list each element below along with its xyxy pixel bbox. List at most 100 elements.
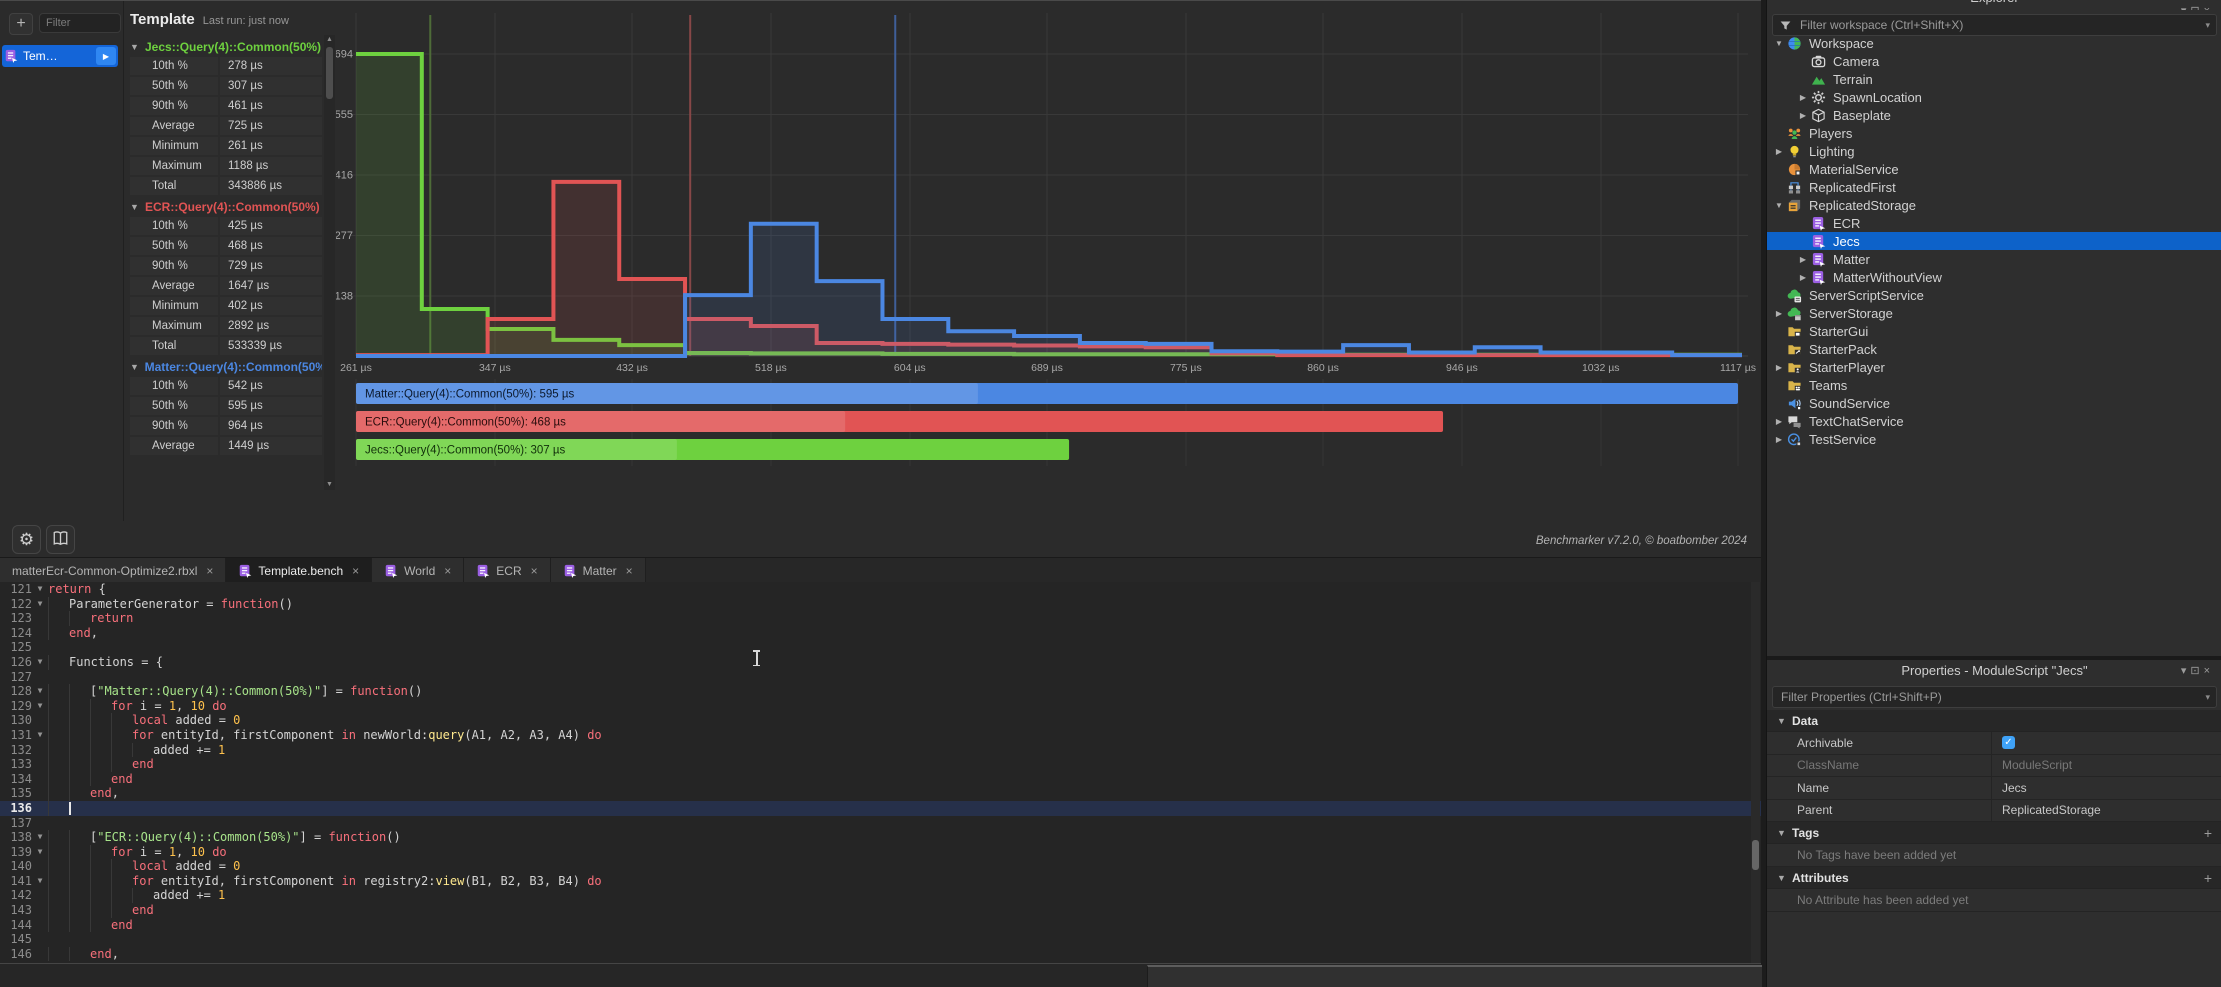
add-benchmark-button[interactable]: +	[9, 13, 33, 35]
expander-icon[interactable]: ▶	[1773, 363, 1785, 372]
close-icon[interactable]: ×	[206, 564, 213, 578]
close-icon[interactable]: ×	[352, 564, 359, 578]
tree-item-starterplayer[interactable]: ▶StarterPlayer	[1767, 358, 2221, 376]
code-text[interactable]: local added = 0	[48, 713, 1761, 728]
code-text[interactable]: for entityId, firstComponent in registry…	[48, 874, 1761, 889]
chevron-down-icon[interactable]: ▾	[2205, 692, 2210, 703]
tree-item-textchatservice[interactable]: ▶TextChatService	[1767, 412, 2221, 430]
code-line[interactable]: 130local added = 0	[0, 713, 1761, 728]
fold-arrow-icon[interactable]: ▼	[32, 655, 48, 670]
tree-item-teams[interactable]: Teams	[1767, 376, 2221, 394]
stat-section-header[interactable]: ▼Jecs::Query(4)::Common(50%)	[130, 37, 322, 56]
code-line[interactable]: 136	[0, 801, 1761, 816]
code-line[interactable]: 140local added = 0	[0, 859, 1761, 874]
tree-item-replicatedstorage[interactable]: ▼ReplicatedStorage	[1767, 196, 2221, 214]
code-text[interactable]	[48, 670, 1761, 685]
scrollbar-handle[interactable]	[1752, 840, 1759, 870]
properties-filter-input[interactable]	[1779, 689, 2199, 705]
code-line[interactable]: 139▼for i = 1, 10 do	[0, 845, 1761, 860]
benchmark-list-item[interactable]: Tem… ▶	[2, 45, 118, 67]
tree-item-camera[interactable]: Camera	[1767, 52, 2221, 70]
expander-icon[interactable]: ▶	[1773, 309, 1785, 318]
tree-item-matter[interactable]: ▶Matter	[1767, 250, 2221, 268]
tree-item-starterpack[interactable]: StarterPack	[1767, 340, 2221, 358]
code-line[interactable]: 146end,	[0, 947, 1761, 962]
property-section-attributes[interactable]: ▼Attributes+	[1767, 867, 2221, 889]
code-text[interactable]	[48, 932, 1761, 947]
code-text[interactable]: for i = 1, 10 do	[48, 699, 1761, 714]
property-section-data[interactable]: ▼Data	[1767, 710, 2221, 732]
code-line[interactable]: 138▼["ECR::Query(4)::Common(50%)"] = fun…	[0, 830, 1761, 845]
expander-icon[interactable]: ▶	[1797, 273, 1809, 282]
code-text[interactable]: added += 1	[48, 743, 1761, 758]
tree-item-baseplate[interactable]: ▶Baseplate	[1767, 106, 2221, 124]
float-icon[interactable]: ⊡	[2190, 5, 2203, 10]
tree-item-materialservice[interactable]: MaterialService	[1767, 160, 2221, 178]
code-line[interactable]: 131▼for entityId, firstComponent in newW…	[0, 728, 1761, 743]
expander-icon[interactable]: ▶	[1773, 435, 1785, 444]
script-editor[interactable]: 121▼return {122▼ParameterGenerator = fun…	[0, 582, 1761, 963]
code-text[interactable]: end,	[48, 626, 1761, 641]
expander-icon[interactable]: ▶	[1797, 93, 1809, 102]
code-line[interactable]: 135end,	[0, 786, 1761, 801]
settings-button[interactable]: ⚙	[12, 525, 41, 554]
property-value[interactable]: Jecs	[1991, 777, 2221, 799]
tree-item-ecr[interactable]: ECR	[1767, 214, 2221, 232]
fold-arrow-icon[interactable]: ▼	[32, 597, 48, 612]
code-line[interactable]: 126▼Functions = {	[0, 655, 1761, 670]
code-text[interactable]	[48, 816, 1761, 831]
code-line[interactable]: 137	[0, 816, 1761, 831]
code-text[interactable]: end,	[48, 786, 1761, 801]
tree-item-workspace[interactable]: ▼Workspace	[1767, 34, 2221, 52]
doc-tab-world[interactable]: World×	[372, 558, 464, 583]
code-text[interactable]: end,	[48, 947, 1761, 962]
close-icon[interactable]: ×	[444, 564, 451, 578]
code-line[interactable]: 123return	[0, 611, 1761, 626]
tree-item-serverstorage[interactable]: ▶ServerStorage	[1767, 304, 2221, 322]
code-text[interactable]	[48, 640, 1761, 655]
code-text[interactable]: end	[48, 757, 1761, 772]
stats-scrollbar[interactable]: ▲ ▼	[324, 35, 335, 490]
explorer-filter[interactable]: ▾	[1772, 14, 2217, 36]
code-area[interactable]: 121▼return {122▼ParameterGenerator = fun…	[0, 582, 1761, 961]
code-line[interactable]: 128▼["Matter::Query(4)::Common(50%)"] = …	[0, 684, 1761, 699]
code-text[interactable]: for entityId, firstComponent in newWorld…	[48, 728, 1761, 743]
tree-item-lighting[interactable]: ▶Lighting	[1767, 142, 2221, 160]
expander-icon[interactable]: ▶	[1797, 255, 1809, 264]
code-line[interactable]: 142added += 1	[0, 888, 1761, 903]
add-icon[interactable]: +	[2204, 870, 2212, 886]
code-text[interactable]: local added = 0	[48, 859, 1761, 874]
property-value[interactable]: ✓	[1991, 732, 2221, 754]
tree-item-replicatedfirst[interactable]: ReplicatedFirst	[1767, 178, 2221, 196]
benchmark-filter-input[interactable]	[39, 13, 121, 33]
code-line[interactable]: 141▼for entityId, firstComponent in regi…	[0, 874, 1761, 889]
fold-arrow-icon[interactable]: ▼	[32, 699, 48, 714]
tree-item-jecs[interactable]: Jecs	[1767, 232, 2221, 250]
fold-arrow-icon[interactable]: ▼	[32, 728, 48, 743]
tree-item-matterwithoutview[interactable]: ▶MatterWithoutView	[1767, 268, 2221, 286]
doc-tab-matter[interactable]: Matter×	[551, 558, 646, 583]
close-icon[interactable]: ×	[531, 564, 538, 578]
collapse-icon[interactable]: ▾	[2181, 665, 2191, 677]
code-text[interactable]: added += 1	[48, 888, 1761, 903]
fold-arrow-icon[interactable]: ▼	[32, 684, 48, 699]
code-line[interactable]: 143end	[0, 903, 1761, 918]
stat-section-header[interactable]: ▼Matter::Query(4)::Common(50%)	[130, 357, 322, 376]
code-text[interactable]: for i = 1, 10 do	[48, 845, 1761, 860]
code-text[interactable]: end	[48, 903, 1761, 918]
tree-item-spawnlocation[interactable]: ▶SpawnLocation	[1767, 88, 2221, 106]
code-line[interactable]: 133end	[0, 757, 1761, 772]
code-text[interactable]: Functions = {	[48, 655, 1761, 670]
code-line[interactable]: 127	[0, 670, 1761, 685]
tree-item-players[interactable]: Players	[1767, 124, 2221, 142]
add-icon[interactable]: +	[2204, 825, 2212, 841]
code-text[interactable]: ["Matter::Query(4)::Common(50%)"] = func…	[48, 684, 1761, 699]
scroll-up-icon[interactable]: ▲	[324, 35, 335, 45]
code-line[interactable]: 144end	[0, 918, 1761, 933]
code-line[interactable]: 129▼for i = 1, 10 do	[0, 699, 1761, 714]
code-text[interactable]: ParameterGenerator = function()	[48, 597, 1761, 612]
code-text[interactable]: end	[48, 918, 1761, 933]
expander-icon[interactable]: ▶	[1797, 111, 1809, 120]
tree-item-startergui[interactable]: StarterGui	[1767, 322, 2221, 340]
run-benchmark-button[interactable]: ▶	[96, 47, 116, 65]
